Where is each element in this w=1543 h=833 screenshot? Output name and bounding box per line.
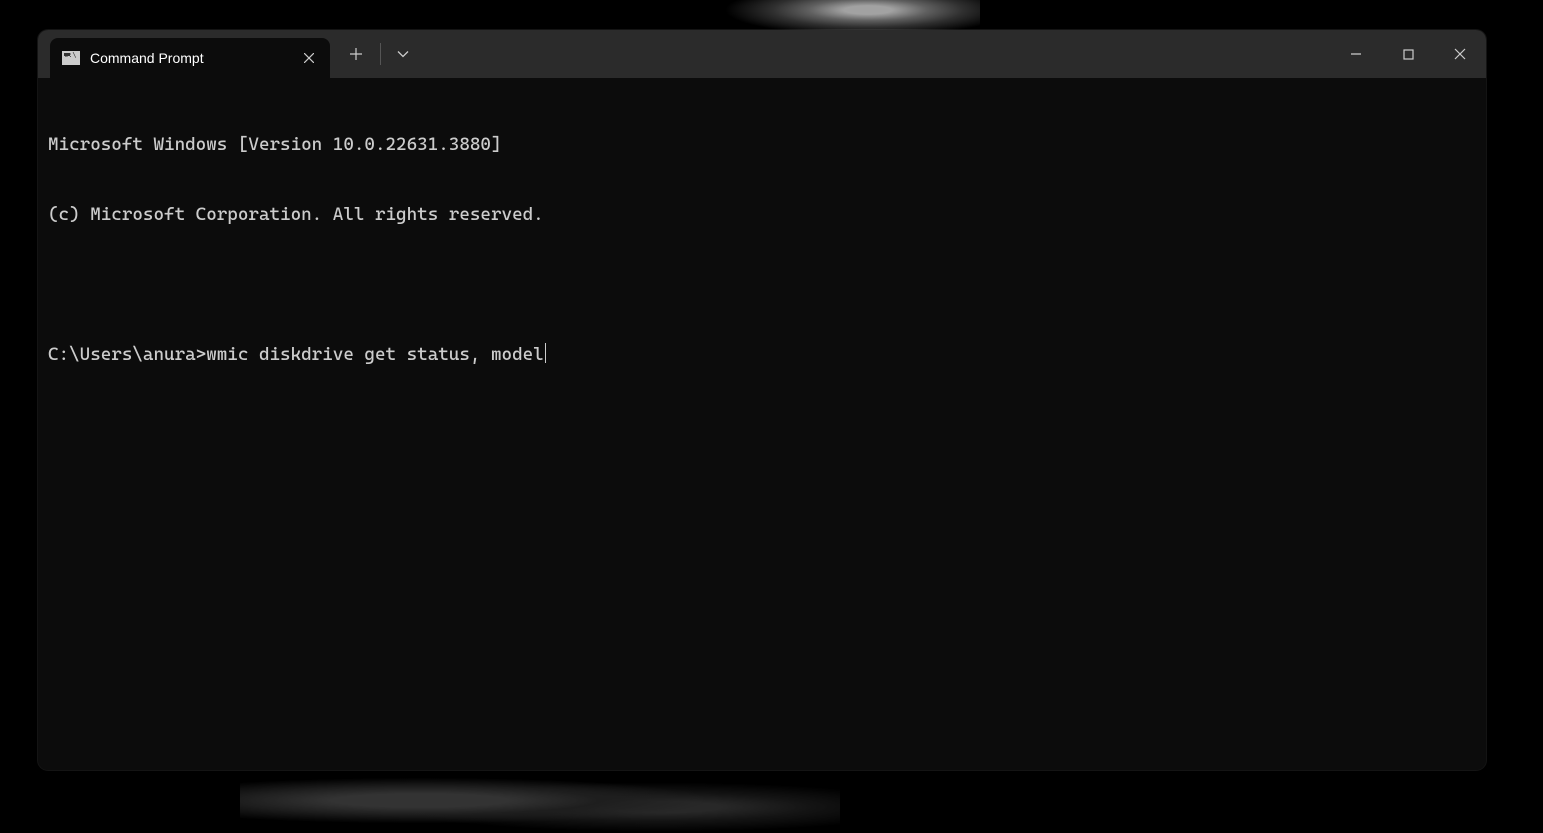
tab-command-prompt[interactable]: Command Prompt (50, 38, 330, 78)
divider (380, 43, 381, 65)
blank-line (48, 273, 1476, 296)
maximize-button[interactable] (1382, 30, 1434, 78)
wallpaper-fragment (240, 768, 840, 833)
minimize-button[interactable] (1330, 30, 1382, 78)
command-input[interactable]: wmic diskdrive get status, model (206, 343, 544, 366)
text-cursor (545, 343, 546, 363)
terminal-window: Command Prompt (38, 30, 1486, 770)
titlebar[interactable]: Command Prompt (38, 30, 1486, 78)
close-icon (1454, 48, 1466, 60)
minimize-icon (1350, 48, 1362, 60)
window-controls (1330, 30, 1486, 78)
close-icon (304, 53, 314, 63)
terminal-content[interactable]: Microsoft Windows [Version 10.0.22631.38… (38, 78, 1486, 770)
tab-title: Command Prompt (90, 50, 290, 66)
header-line-1: Microsoft Windows [Version 10.0.22631.38… (48, 133, 1476, 156)
new-tab-button[interactable] (338, 36, 374, 72)
close-tab-button[interactable] (300, 49, 318, 67)
prompt-path: C:\Users\anura> (48, 343, 206, 366)
plus-icon (350, 48, 362, 60)
close-window-button[interactable] (1434, 30, 1486, 78)
tabs-area: Command Prompt (38, 30, 330, 78)
tab-controls (330, 30, 419, 78)
tab-dropdown-button[interactable] (387, 36, 419, 72)
header-line-2: (c) Microsoft Corporation. All rights re… (48, 203, 1476, 226)
prompt-line: C:\Users\anura>wmic diskdrive get status… (48, 343, 1476, 366)
cmd-icon (62, 51, 80, 65)
maximize-icon (1403, 49, 1414, 60)
chevron-down-icon (397, 50, 409, 58)
